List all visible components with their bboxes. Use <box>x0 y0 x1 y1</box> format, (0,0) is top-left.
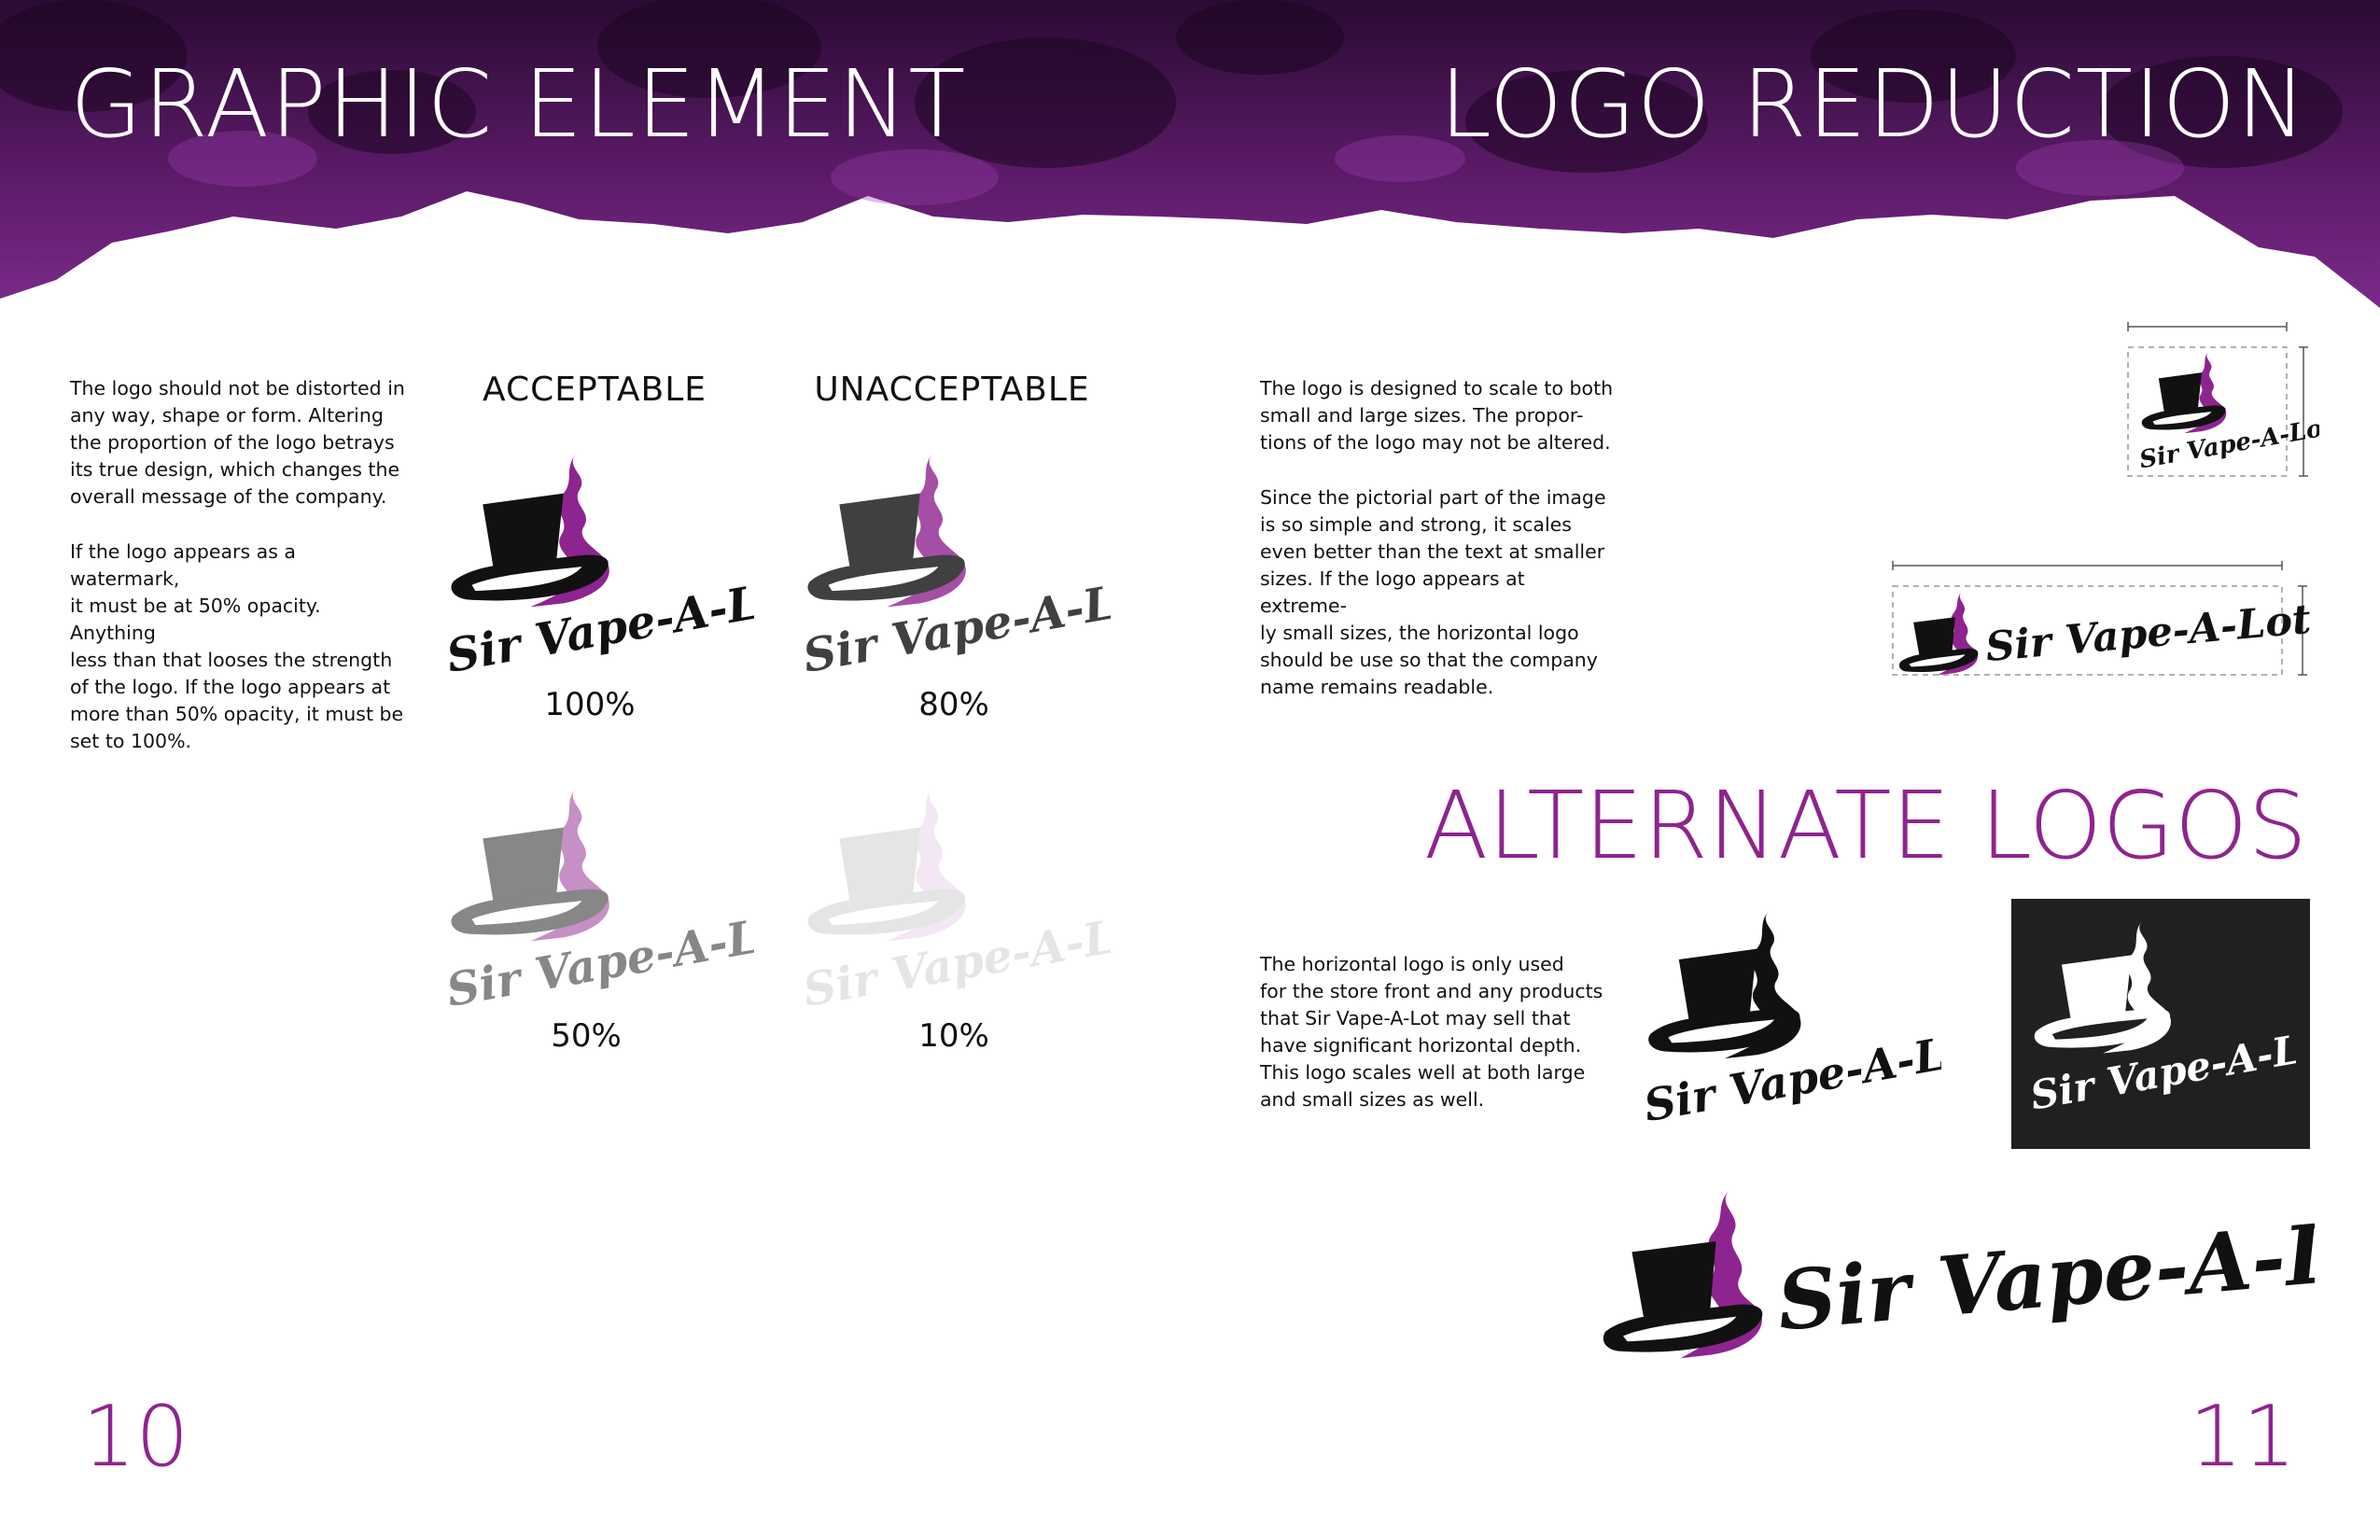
unacceptable-heading: UNACCEPTABLE <box>814 371 1090 409</box>
logo-opacity-50 <box>446 787 754 1017</box>
logo-opacity-10 <box>803 787 1111 1017</box>
header-banner: GRAPHIC ELEMENT LOGO REDUCTION <box>0 0 2380 308</box>
opacity-label-100: 100% <box>544 686 636 723</box>
page-number-right: 11 <box>2189 1388 2296 1486</box>
opacity-label-50: 50% <box>551 1017 622 1055</box>
horizontal-logo-sample <box>1892 561 2313 676</box>
distortion-paragraph: The logo should not be distorted in any … <box>70 377 405 508</box>
logo-opacity-80 <box>803 453 1111 683</box>
reduction-paragraph-2: Since the pictorial part of the image is… <box>1260 486 1606 698</box>
watermark-paragraph: If the logo appears as a watermark, it m… <box>70 540 404 752</box>
right-page-title: LOGO REDUCTION <box>1439 49 2307 159</box>
acceptable-heading: ACCEPTABLE <box>482 371 707 409</box>
reduction-paragraph-1: The logo is designed to scale to both sm… <box>1260 377 1614 454</box>
alternate-logos-title: ALTERNATE LOGOS <box>1423 771 2307 880</box>
alternate-logos-paragraph: The horizontal logo is only used for the… <box>1260 953 1603 1111</box>
small-stacked-logo-sample <box>2127 322 2319 477</box>
horizontal-logo-large <box>1603 1190 2315 1359</box>
page-number-left: 10 <box>82 1388 189 1486</box>
left-page-title: GRAPHIC ELEMENT <box>70 49 967 159</box>
alternate-logo-white <box>2030 920 2296 1119</box>
opacity-label-10: 10% <box>918 1017 989 1055</box>
opacity-label-80: 80% <box>918 686 989 723</box>
alternate-logo-dark-panel <box>2011 899 2310 1149</box>
logo-opacity-100 <box>446 453 754 683</box>
alternate-logo-black: Sir Vape-A-Lot <box>1643 910 1941 1132</box>
